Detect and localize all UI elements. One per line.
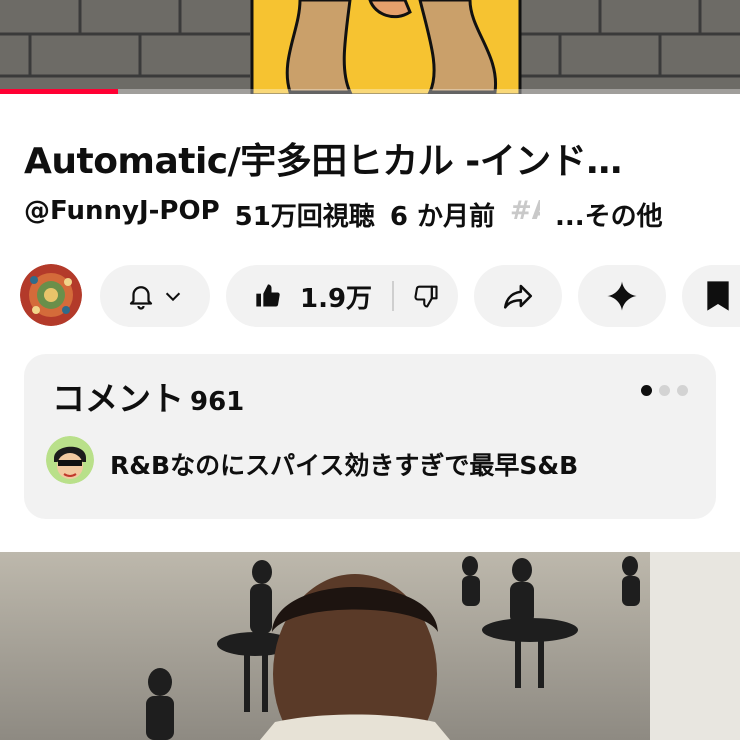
current-video-thumbnail[interactable] [0, 0, 740, 94]
thumbs-down-icon[interactable] [412, 282, 440, 310]
chevron-down-icon [162, 285, 184, 307]
channel-avatar[interactable] [20, 264, 82, 326]
channel-handle[interactable]: @FunnyJ-POP [24, 196, 220, 233]
upload-age: 6 か月前 [389, 202, 495, 232]
subscription-bell-button[interactable] [100, 265, 210, 327]
thumbs-up-icon[interactable] [254, 282, 282, 310]
bookmark-icon [704, 280, 732, 312]
share-icon [501, 279, 535, 313]
page-dot-active [641, 385, 652, 396]
more-button[interactable]: ...その他 [555, 196, 663, 233]
top-comment-text: R&Bなのにスパイス効きすぎで最早S&B [110, 451, 579, 480]
like-dislike-group: 1.9万 [226, 265, 458, 327]
like-divider [392, 281, 395, 311]
comments-page-dots [641, 385, 688, 396]
view-count: 51万回視聴 [234, 202, 375, 232]
comments-teaser[interactable]: コメント 961 R&Bなのにスパイス効きすぎで最早S&B [24, 354, 716, 519]
share-button[interactable] [474, 265, 562, 327]
page-dot [677, 385, 688, 396]
bell-icon [126, 281, 156, 311]
comments-title: コメント [52, 379, 184, 418]
comments-count: 961 [190, 387, 245, 417]
next-video-preview[interactable] [0, 552, 740, 740]
comments-header: コメント 961 [52, 372, 244, 420]
video-meta-row[interactable]: @FunnyJ-POP 51万回視聴 6 か月前 #A ...その他 [24, 196, 724, 233]
like-count[interactable]: 1.9万 [300, 278, 372, 315]
video-info-panel: Automatic/宇多田ヒカル -インド… @FunnyJ-POP 51万回視… [0, 94, 740, 552]
ask-ai-button[interactable] [578, 265, 666, 327]
action-row: 1.9万 [20, 264, 740, 328]
page-dot [659, 385, 670, 396]
sparkle-icon [606, 280, 638, 312]
save-button[interactable] [682, 265, 740, 327]
video-title[interactable]: Automatic/宇多田ヒカル -インド… [24, 132, 714, 184]
commenter-avatar[interactable] [46, 436, 94, 484]
hashtag-fragment[interactable]: #A [510, 196, 540, 233]
